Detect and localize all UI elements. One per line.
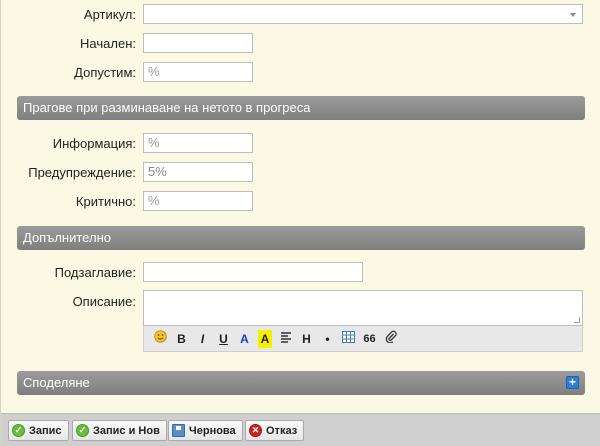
paperclip-icon[interactable] [380,330,401,348]
italic-button[interactable]: I [192,330,213,348]
warning-input[interactable]: 5% [143,162,253,182]
cancel-button[interactable]: ✕ Отказ [245,420,305,441]
bullet-button[interactable]: • [317,330,338,348]
info-label: Информация: [52,136,136,151]
save-button[interactable]: ✓ Запис [8,420,69,441]
cancel-button-label: Отказ [266,424,298,437]
action-bar: ✓ Запис ✓ Запис и Нов Чернова ✕ Отказ [1,413,600,446]
allowed-input[interactable]: % [143,62,253,82]
draft-button[interactable]: Чернова [168,420,243,441]
additional-section-title: Допълнително [23,230,111,245]
smiley-icon[interactable] [150,329,171,348]
highlight-button[interactable]: A [258,329,272,348]
check-icon: ✓ [76,424,89,437]
align-icon[interactable] [275,330,296,348]
chevron-down-icon [570,13,576,17]
font-color-button[interactable]: A [234,330,255,348]
form-panel: Артикул: Начален: Допустим: % Прагове пр… [0,0,600,446]
description-textarea[interactable] [143,290,583,326]
table-icon[interactable] [338,330,359,348]
save-and-new-button-label: Запис и Нов [93,424,160,437]
article-select[interactable] [143,4,583,24]
description-label: Описание: [72,294,136,309]
additional-section-header[interactable]: Допълнително [17,226,585,250]
initial-input[interactable] [143,33,253,53]
critical-label: Критично: [75,194,136,209]
expand-plus-icon[interactable]: + [566,376,579,389]
editor-toolbar: B I U A A H • 66 [143,326,583,352]
draft-button-label: Чернова [189,424,236,437]
critical-input[interactable]: % [143,191,253,211]
thresholds-section-title: Прагове при разминаване на нетото в прог… [23,100,311,115]
allowed-label: Допустим: [74,65,136,80]
sharing-section-title: Споделяне [23,375,90,390]
close-icon: ✕ [249,424,262,437]
info-input[interactable]: % [143,133,253,153]
resize-handle-icon[interactable] [574,317,580,323]
quote-button[interactable]: 66 [359,330,380,348]
save-and-new-button[interactable]: ✓ Запис и Нов [72,420,167,441]
subtitle-label: Подзаглавие: [54,265,136,280]
thresholds-section-header[interactable]: Прагове при разминаване на нетото в прог… [17,96,585,120]
warning-label: Предупреждение: [28,165,136,180]
underline-button[interactable]: U [213,330,234,348]
initial-label: Начален: [80,36,136,51]
check-icon: ✓ [12,424,25,437]
bold-button[interactable]: B [171,330,192,348]
save-button-label: Запис [29,424,62,437]
heading-button[interactable]: H [296,330,317,348]
article-label: Артикул: [83,7,136,22]
floppy-disk-icon [172,424,185,437]
sharing-section-header[interactable]: Споделяне + [17,371,585,395]
subtitle-input[interactable] [143,262,363,282]
